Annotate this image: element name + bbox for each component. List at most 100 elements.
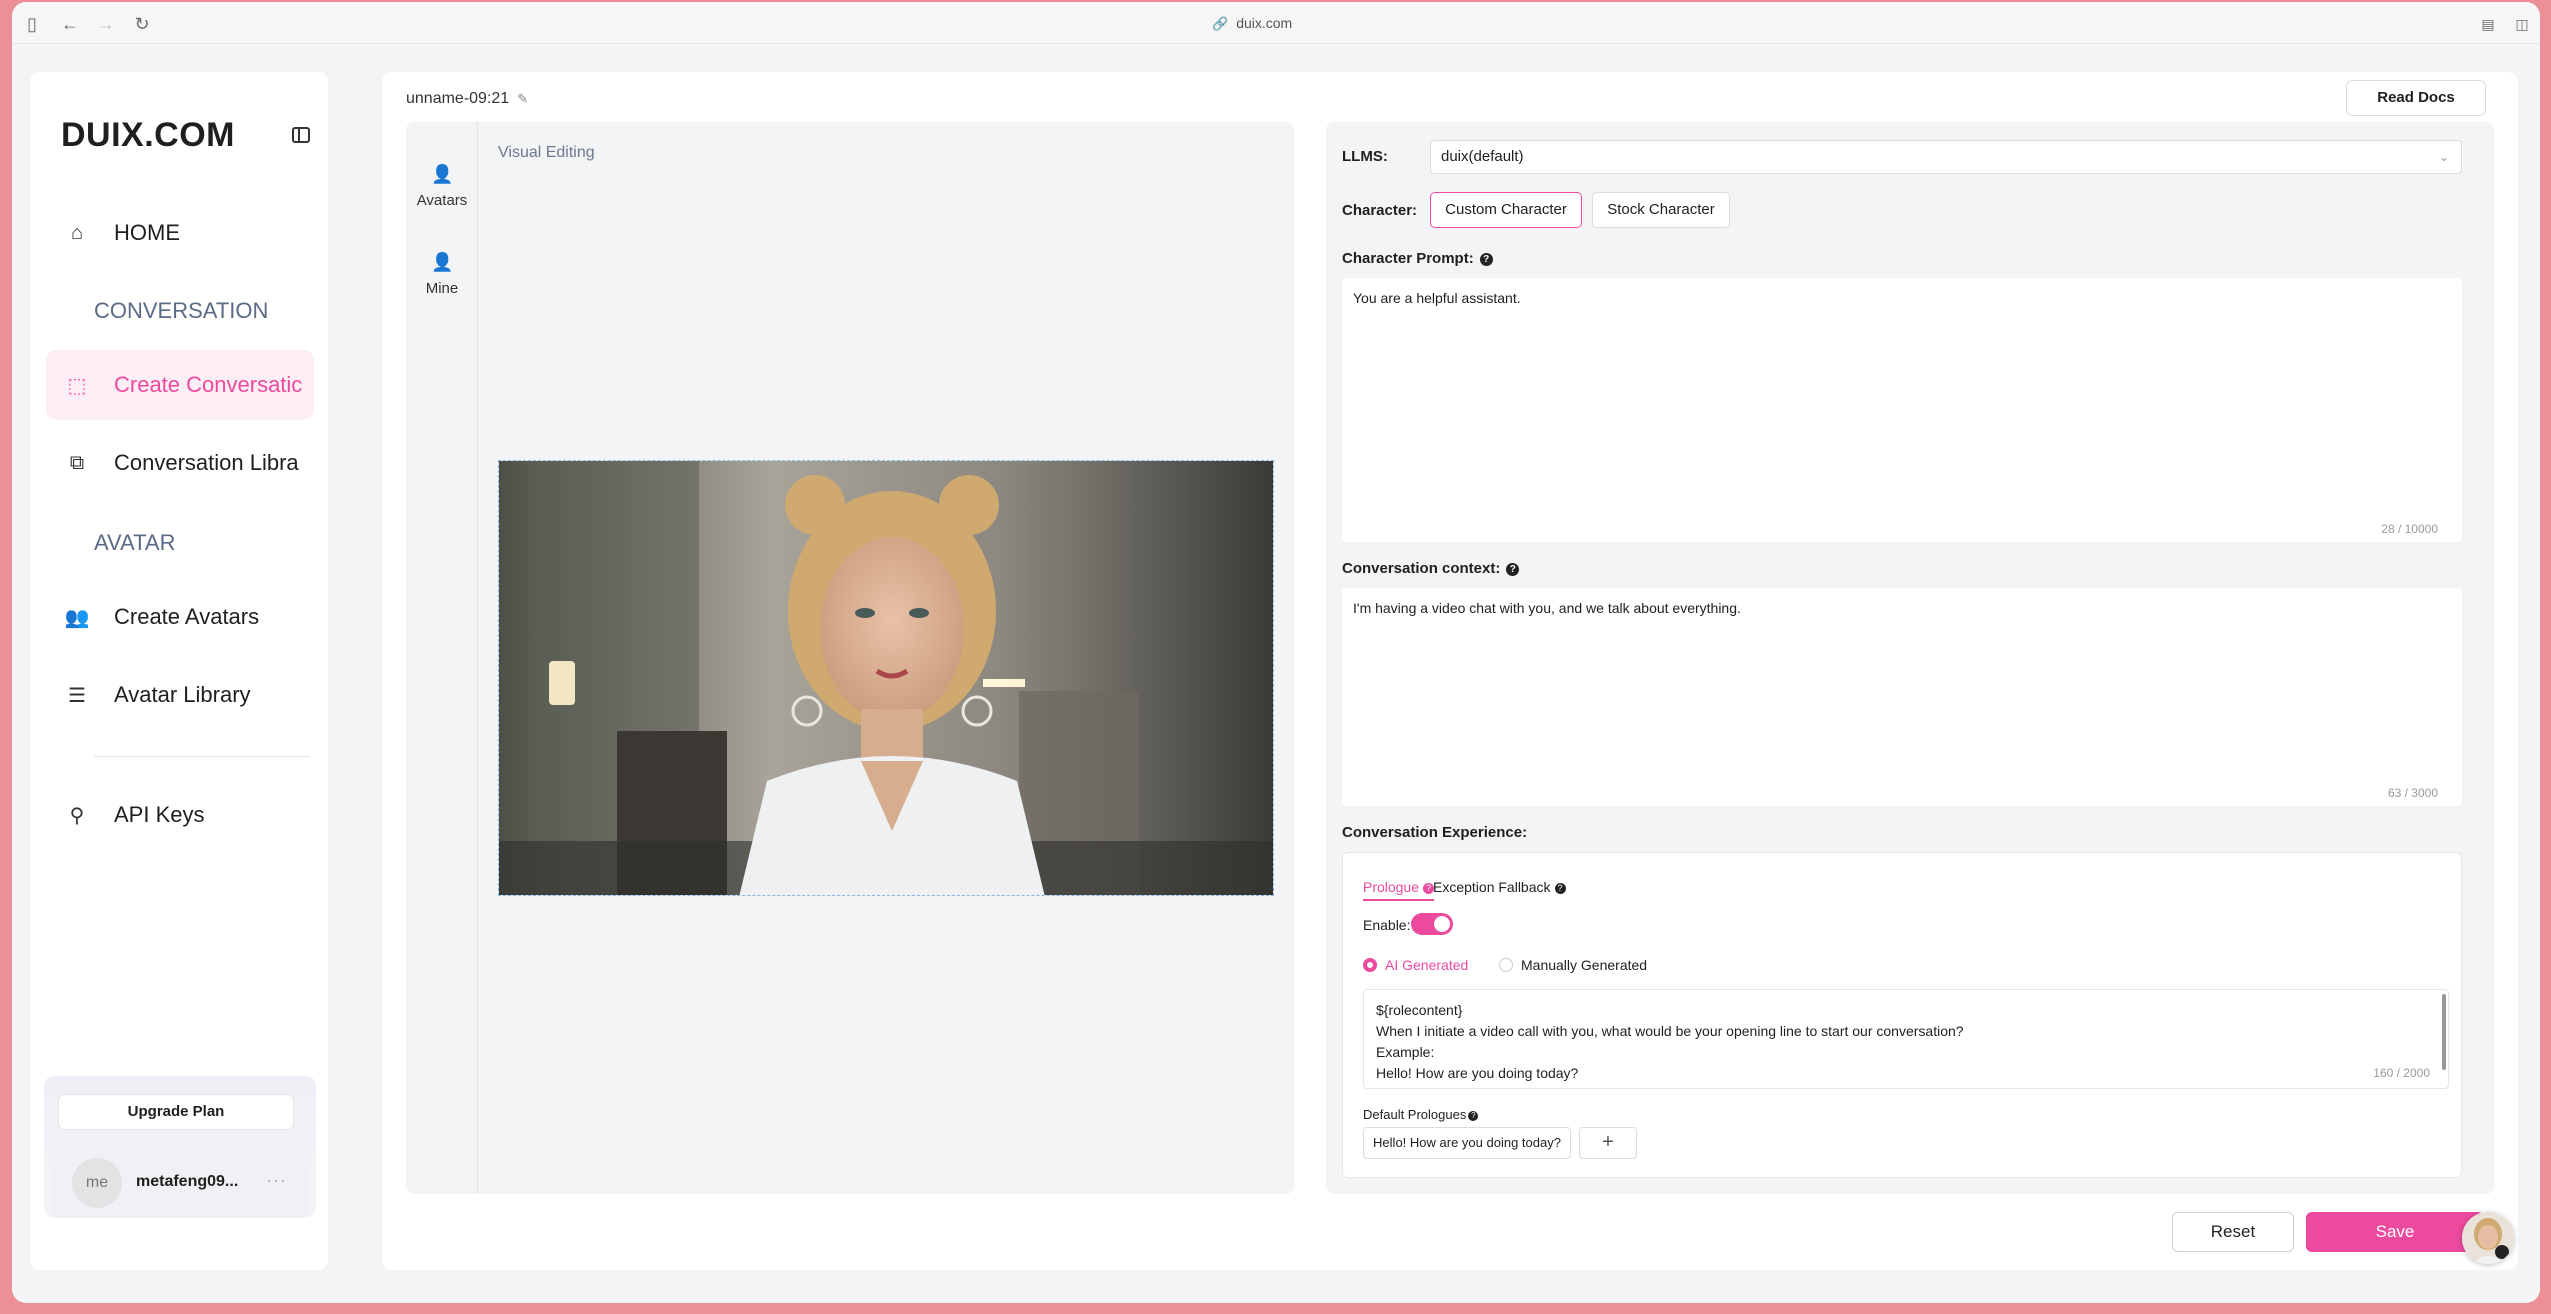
- tool-mine-label: Mine: [425, 280, 459, 297]
- radio-manually-generated[interactable]: Manually Generated: [1499, 957, 1647, 973]
- more-icon[interactable]: ···: [266, 1170, 287, 1191]
- avatar-preview[interactable]: [498, 460, 1274, 896]
- character-prompt-input[interactable]: You are a helpful assistant. 28 / 10000: [1342, 278, 2462, 542]
- edit-icon[interactable]: ✎: [517, 91, 528, 106]
- help-icon[interactable]: ?: [1479, 252, 1493, 266]
- enable-label: Enable:: [1363, 917, 1411, 933]
- radio-ai-label: AI Generated: [1385, 957, 1469, 973]
- support-avatar-icon[interactable]: [2462, 1212, 2514, 1264]
- logo: DUIX.COM: [61, 116, 235, 154]
- prologue-line: Hello! How are you doing today?: [1376, 1065, 1579, 1081]
- llms-value: duix(default): [1441, 148, 1524, 165]
- url-text: duix.com: [1236, 15, 1293, 31]
- reset-button[interactable]: Reset: [2172, 1212, 2294, 1252]
- radio-manual-label: Manually Generated: [1521, 957, 1648, 973]
- radio-dot: [1499, 958, 1513, 972]
- home-icon: ⌂: [70, 221, 84, 244]
- nav-api-keys-label: API Keys: [114, 802, 205, 827]
- users-icon: 👥: [64, 606, 90, 629]
- list-user-icon: ☰: [68, 684, 86, 707]
- user-icon: 👤: [431, 252, 454, 272]
- read-docs-button[interactable]: Read Docs: [2346, 80, 2486, 116]
- chevron-down-icon: ⌄: [2438, 150, 2449, 164]
- visual-editor-panel: 👤 Avatars 👤 Mine Visual Editing: [406, 122, 1294, 1194]
- nav-create-avatars[interactable]: 👥 Create Avatars: [46, 582, 314, 652]
- nav-divider: [94, 756, 310, 757]
- sidebar: DUIX.COM ⌂ HOME CONVERSATION ⬚ Create Co…: [30, 72, 328, 1270]
- stock-character-button[interactable]: Stock Character: [1592, 192, 1730, 228]
- forward-icon[interactable]: →: [96, 14, 116, 34]
- conversation-context-input[interactable]: I'm having a video chat with you, and we…: [1342, 588, 2462, 806]
- prologue-line: When I initiate a video call with you, w…: [1376, 1023, 1964, 1039]
- prologue-count: 160 / 2000: [2373, 1066, 2430, 1080]
- settings-panel: LLMS: duix(default) ⌄ Character: Custom …: [1326, 122, 2494, 1194]
- main-content: unname-09:21 ✎ Read Docs 👤 Avatars 👤 Mine…: [382, 72, 2518, 1270]
- character-label: Character:: [1342, 202, 1418, 219]
- conversation-context-value: I'm having a video chat with you, and we…: [1353, 600, 1741, 616]
- radio-ai-generated[interactable]: AI Generated: [1363, 957, 1468, 973]
- reload-icon[interactable]: ↻: [132, 14, 152, 34]
- visual-editing-title: Visual Editing: [498, 144, 595, 161]
- prologue-line: Example:: [1376, 1044, 1435, 1060]
- nav-conversation-library-label: Conversation Libra: [114, 450, 299, 475]
- section-avatar: AVATAR: [94, 530, 176, 555]
- chat-add-icon: ⬚: [67, 374, 87, 397]
- llms-select[interactable]: duix(default) ⌄: [1430, 140, 2462, 174]
- plug-icon: ⚲: [69, 804, 85, 827]
- help-icon[interactable]: ?: [1468, 1110, 1479, 1121]
- default-prologue-chip[interactable]: Hello! How are you doing today?: [1363, 1127, 1571, 1159]
- radio-dot: [1363, 958, 1377, 972]
- link-icon: 🔗: [1212, 16, 1229, 31]
- address-bar[interactable]: 🔗 duix.com: [1212, 12, 1352, 34]
- help-icon[interactable]: ?: [1506, 562, 1520, 576]
- nav-create-avatars-label: Create Avatars: [114, 604, 260, 629]
- prologue-line: ${rolecontent}: [1376, 1002, 1463, 1018]
- enable-toggle[interactable]: [1411, 913, 1453, 935]
- nav-create-conversation[interactable]: ⬚ Create Conversatic: [46, 350, 314, 420]
- tool-mine[interactable]: 👤 Mine: [406, 252, 478, 297]
- back-icon[interactable]: ←: [60, 14, 80, 34]
- tool-column: 👤 Avatars 👤 Mine: [406, 122, 478, 1194]
- tab-prologue-label: Prologue: [1363, 879, 1420, 895]
- split-view-icon[interactable]: ◫: [2512, 14, 2532, 34]
- nav-avatar-library[interactable]: ☰ Avatar Library: [46, 660, 314, 730]
- nav-create-conversation-label: Create Conversatic: [114, 372, 303, 397]
- character-prompt-label-text: Character Prompt:: [1342, 250, 1474, 267]
- scrollbar[interactable]: [2442, 994, 2446, 1070]
- collapse-sidebar-icon[interactable]: [292, 127, 310, 143]
- support-avatar-image: [2462, 1212, 2514, 1264]
- nav-home[interactable]: ⌂ HOME: [46, 198, 314, 268]
- avatar-photo: [499, 461, 1273, 895]
- nav-home-label: HOME: [114, 220, 180, 245]
- tab-exception-fallback-label: Exception Fallback: [1433, 879, 1551, 895]
- prologue-input[interactable]: ${rolecontent} When I initiate a video c…: [1363, 989, 2449, 1089]
- nav-api-keys[interactable]: ⚲ API Keys: [46, 780, 314, 850]
- section-conversation: CONVERSATION: [94, 298, 269, 323]
- conversation-experience-label: Conversation Experience:: [1342, 824, 1528, 841]
- default-prologues-label: Default Prologues?: [1363, 1107, 1479, 1122]
- user-menu[interactable]: me metafeng09... ···: [50, 1148, 310, 1218]
- tab-prologue[interactable]: Prologue?: [1363, 879, 1435, 901]
- upgrade-plan-button[interactable]: Upgrade Plan: [58, 1094, 294, 1130]
- add-prologue-button[interactable]: +: [1579, 1127, 1637, 1159]
- plan-box: Upgrade Plan me metafeng09... ···: [44, 1076, 316, 1218]
- default-prologues-label-text: Default Prologues: [1363, 1107, 1467, 1122]
- custom-character-button[interactable]: Custom Character: [1430, 192, 1582, 228]
- character-prompt-value: You are a helpful assistant.: [1353, 290, 1521, 306]
- tool-avatars-label: Avatars: [416, 192, 468, 209]
- help-icon[interactable]: ?: [1554, 882, 1566, 894]
- character-prompt-label: Character Prompt:?: [1342, 250, 1493, 267]
- sidebar-toggle-icon[interactable]: ▯: [22, 14, 42, 34]
- conversation-context-label-text: Conversation context:: [1342, 560, 1501, 577]
- conversation-title: unname-09:21 ✎: [406, 90, 528, 108]
- character-prompt-count: 28 / 10000: [2381, 522, 2438, 536]
- save-button[interactable]: Save: [2306, 1212, 2484, 1252]
- nav-avatar-library-label: Avatar Library: [114, 682, 251, 707]
- tab-exception-fallback[interactable]: Exception Fallback?: [1433, 879, 1566, 895]
- nav-conversation-library[interactable]: ⧉ Conversation Libra: [46, 428, 314, 498]
- reader-icon[interactable]: ▤: [2478, 14, 2498, 34]
- llms-label: LLMS:: [1342, 148, 1388, 165]
- conversation-name: unname-09:21: [406, 90, 510, 107]
- browser-toolbar: ▯ ← → ↻ 🔗 duix.com ▤ ◫: [12, 2, 2540, 44]
- tool-avatars[interactable]: 👤 Avatars: [406, 164, 478, 209]
